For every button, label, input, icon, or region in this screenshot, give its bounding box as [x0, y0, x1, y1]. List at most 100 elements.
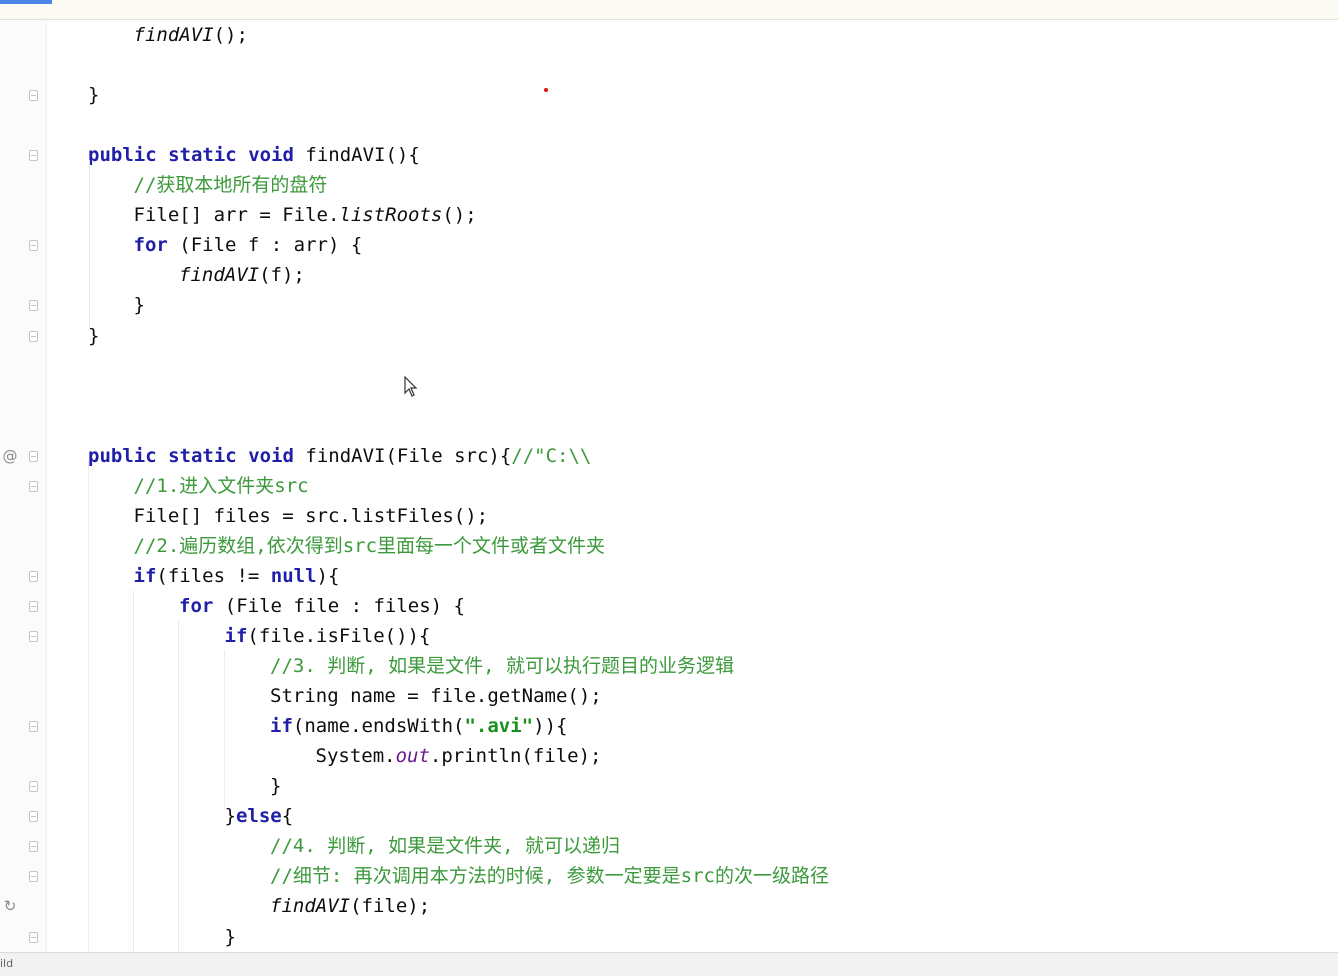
code-token: System. [315, 745, 396, 768]
code-token: (); [213, 24, 248, 46]
code-keyword: for [179, 594, 214, 617]
fold-marker-icon[interactable] [29, 600, 38, 612]
code-line[interactable]: //1.进入文件夹src [134, 471, 309, 501]
code-keyword: void [248, 444, 294, 467]
code-line[interactable]: String name = file.getName(); [270, 681, 602, 711]
mouse-cursor-icon [404, 376, 418, 397]
code-line[interactable]: for (File f : arr) { [134, 230, 363, 260]
code-line[interactable]: if(file.isFile()){ [225, 621, 431, 651]
code-token: (f); [259, 264, 305, 287]
recursive-call-icon[interactable]: ↻ [1, 897, 19, 915]
code-token: findAVI [133, 24, 214, 46]
active-tab-indicator[interactable] [0, 0, 52, 4]
code-token: (files != [156, 564, 271, 587]
fold-marker-icon[interactable] [29, 811, 38, 823]
fold-marker-icon[interactable] [29, 90, 38, 102]
code-keyword: null [270, 564, 317, 587]
code-token: } [88, 84, 100, 107]
code-line[interactable]: File[] arr = File.listRoots(); [134, 200, 477, 230]
code-comment: //4. 判断, 如果是文件夹, 就可以递归 [270, 835, 620, 858]
fold-marker-icon[interactable] [29, 721, 38, 733]
code-line[interactable]: //细节: 再次调用本方法的时候, 参数一定要是src的次一级路径 [270, 861, 829, 891]
code-line[interactable]: findAVI(f); [179, 260, 305, 290]
fold-marker-icon[interactable] [29, 570, 38, 582]
code-keyword: static [168, 444, 237, 467]
code-token: out [395, 745, 430, 768]
code-token: ){ [316, 564, 340, 587]
code-line[interactable]: findAVI(); [134, 20, 248, 50]
code-keyword: public [88, 444, 157, 467]
override-marker-icon[interactable]: @ [1, 447, 19, 465]
code-token: (name.endsWith( [292, 715, 465, 738]
red-dot-marker [544, 88, 548, 92]
code-keyword: void [248, 144, 294, 167]
code-token: )){ [533, 715, 568, 738]
code-token: (file.isFile()){ [247, 625, 431, 647]
code-line[interactable]: //2.遍历数组,依次得到src里面每一个文件或者文件夹 [134, 531, 606, 561]
fold-marker-icon[interactable] [29, 871, 38, 883]
code-line[interactable]: findAVI(file); [270, 891, 430, 921]
fold-marker-icon[interactable] [29, 150, 38, 162]
code-line[interactable]: if(files != null){ [134, 561, 340, 591]
code-keyword: if [224, 625, 248, 647]
indent-guide [224, 650, 225, 810]
fold-marker-icon[interactable] [29, 480, 38, 492]
code-line[interactable]: } [225, 922, 236, 952]
code-token: } [270, 775, 282, 798]
code-line[interactable]: //4. 判断, 如果是文件夹, 就可以递归 [270, 831, 620, 861]
code-comment: //"C:\\ [511, 444, 592, 467]
code-token: findAVI [270, 895, 351, 918]
fold-marker-icon[interactable] [29, 240, 38, 252]
code-line[interactable]: public static void findAVI(){ [88, 140, 420, 170]
status-label: ild [0, 957, 14, 970]
code-comment: //获取本地所有的盘符 [133, 174, 328, 197]
code-token: (File f : arr) { [167, 234, 363, 257]
code-line[interactable]: if(name.endsWith(".avi")){ [270, 711, 567, 741]
code-keyword: for [133, 234, 168, 257]
code-token: } [224, 925, 236, 948]
code-line[interactable]: } [270, 771, 281, 801]
code-comment: //2.遍历数组,依次得到src里面每一个文件或者文件夹 [133, 534, 606, 557]
fold-marker-icon[interactable] [29, 450, 38, 462]
code-line[interactable]: System.out.println(file); [316, 741, 602, 771]
status-bar: ild [0, 952, 1338, 976]
editor-gutter[interactable]: @ ↻ [0, 20, 47, 952]
code-line[interactable]: //获取本地所有的盘符 [134, 170, 328, 200]
code-token: (file); [350, 895, 431, 918]
code-token: { [281, 805, 294, 828]
code-keyword: if [133, 564, 157, 587]
code-token: File[] files = src.listFiles(); [133, 504, 489, 527]
code-token: (); [442, 204, 477, 227]
code-token: findAVI [179, 264, 260, 287]
fold-marker-icon[interactable] [29, 841, 38, 853]
fold-marker-icon[interactable] [29, 931, 38, 943]
code-keyword: else [235, 805, 282, 828]
code-line[interactable]: for (File file : files) { [179, 591, 465, 621]
code-token: } [133, 294, 145, 317]
code-keyword: static [168, 144, 237, 167]
code-token: listRoots [339, 204, 443, 227]
fold-marker-icon[interactable] [29, 781, 38, 793]
code-line[interactable]: File[] files = src.listFiles(); [134, 501, 489, 531]
editor-tab-bar [0, 0, 1338, 20]
code-token: File[] arr = File. [133, 204, 340, 227]
fold-marker-icon[interactable] [29, 631, 38, 642]
code-token: findAVI(){ [293, 144, 420, 167]
code-token: ".avi" [464, 715, 534, 738]
code-line[interactable]: }else{ [225, 801, 294, 831]
code-comment: //3. 判断, 如果是文件, 就可以执行题目的业务逻辑 [270, 655, 734, 678]
fold-marker-icon[interactable] [29, 330, 38, 342]
code-line[interactable]: } [88, 80, 99, 110]
indent-guide [89, 160, 90, 330]
indent-guide [133, 590, 134, 955]
code-token: findAVI(File src){ [293, 444, 512, 467]
fold-marker-icon[interactable] [29, 300, 38, 312]
code-line[interactable]: //3. 判断, 如果是文件, 就可以执行题目的业务逻辑 [270, 651, 734, 681]
code-token: } [224, 805, 236, 828]
code-line[interactable]: public static void findAVI(File src){//"… [88, 441, 591, 471]
code-comment: //细节: 再次调用本方法的时候, 参数一定要是src的次一级路径 [270, 865, 829, 888]
code-line[interactable]: } [134, 290, 145, 320]
